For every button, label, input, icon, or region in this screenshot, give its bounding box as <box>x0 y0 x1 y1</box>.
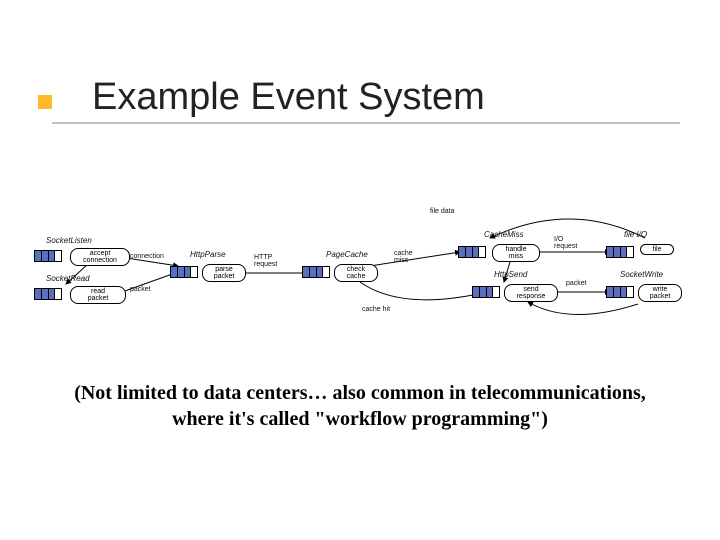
module-cache-miss: CacheMiss <box>484 230 524 239</box>
edge-file-data: file data <box>430 208 455 215</box>
event-parse-packet: parsepacket <box>202 264 246 282</box>
module-socket-write: SocketWrite <box>620 270 663 279</box>
module-page-cache: PageCache <box>326 250 368 259</box>
queue-icon <box>606 286 634 298</box>
event-accept-connection: acceptconnection <box>70 248 130 266</box>
module-socket-read: SocketRead <box>46 274 90 283</box>
edge-packet1: packet <box>130 286 151 293</box>
queue-icon <box>34 288 62 300</box>
event-handle-miss: handlemiss <box>492 244 540 262</box>
edge-io-request: I/Orequest <box>554 236 577 250</box>
event-write-packet: writepacket <box>638 284 682 302</box>
title-accent-icon <box>38 95 52 109</box>
edge-packet2: packet <box>566 280 587 287</box>
event-check-cache: checkcache <box>334 264 378 282</box>
module-http-parse: HttpParse <box>190 250 226 259</box>
edge-http-request: HTTPrequest <box>254 254 277 268</box>
edge-cache-hit: cache hit <box>362 306 390 313</box>
title-underline <box>52 122 680 124</box>
caption-text: (Not limited to data centers… also commo… <box>60 380 660 432</box>
title-bar: Example Event System <box>38 72 680 122</box>
edge-cache-miss: cachemiss <box>394 250 413 264</box>
event-system-diagram: SocketListen acceptconnection SocketRead… <box>30 218 690 328</box>
queue-icon <box>606 246 634 258</box>
module-file-io: file I/O <box>624 230 647 239</box>
queue-icon <box>34 250 62 262</box>
queue-icon <box>472 286 500 298</box>
event-read-packet: readpacket <box>70 286 126 304</box>
module-socket-listen: SocketListen <box>46 236 92 245</box>
edge-connection: connection <box>130 253 164 260</box>
event-file: file <box>640 244 674 255</box>
page-title: Example Event System <box>92 76 485 119</box>
queue-icon <box>302 266 330 278</box>
queue-icon <box>458 246 486 258</box>
event-send-response: sendresponse <box>504 284 558 302</box>
queue-icon <box>170 266 198 278</box>
module-http-send: HttpSend <box>494 270 527 279</box>
